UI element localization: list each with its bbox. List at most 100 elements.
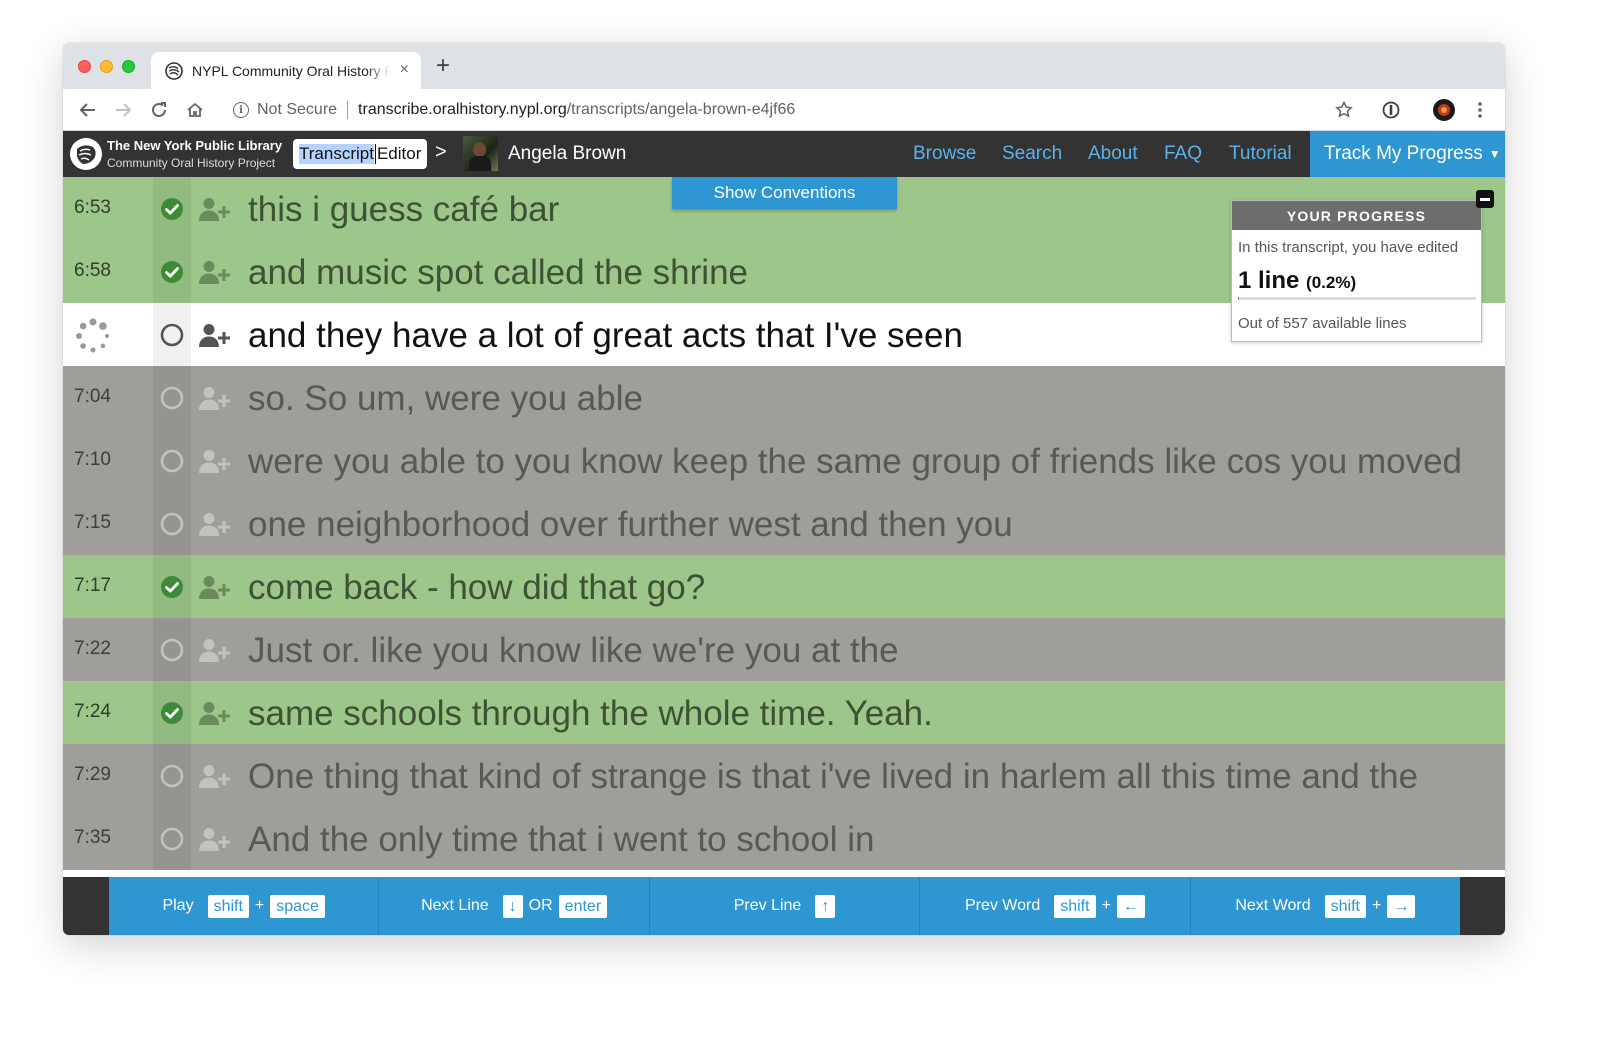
bookmark-star-icon[interactable] xyxy=(1332,98,1356,122)
line-text[interactable]: and music spot called the shrine xyxy=(248,253,748,293)
line-text[interactable]: come back - how did that go? xyxy=(248,568,705,608)
line-timestamp[interactable]: 7:24 xyxy=(74,701,111,723)
nav-about[interactable]: About xyxy=(1088,143,1138,165)
maximize-window-button[interactable] xyxy=(122,60,135,73)
line-timestamp[interactable]: 7:10 xyxy=(74,449,111,471)
line-timestamp[interactable]: 7:35 xyxy=(74,827,111,849)
add-speaker-icon[interactable] xyxy=(198,637,232,663)
transcript-line[interactable]: 7:15 one neighborhood over further west a… xyxy=(63,492,1505,555)
forward-arrow-icon[interactable] xyxy=(111,98,135,122)
browser-menu-icon[interactable] xyxy=(1468,98,1492,122)
url-path: /transcripts/angela-brown-e4jf66 xyxy=(566,101,796,118)
line-text[interactable]: One thing that kind of strange is that i… xyxy=(248,757,1418,797)
profile-avatar[interactable] xyxy=(1432,98,1456,122)
key-plus: + xyxy=(1101,897,1111,914)
shortcut-play-label: Play xyxy=(162,897,194,914)
reload-icon[interactable] xyxy=(147,98,171,122)
transcript-line[interactable]: 7:35 And the only time that i went to sch… xyxy=(63,807,1505,870)
breadcrumb-chevron-icon: > xyxy=(435,141,447,163)
brand-subtitle[interactable]: Community Oral History Project xyxy=(107,156,275,170)
shortcut-play[interactable]: Play shift + space xyxy=(109,877,380,935)
editor-label-part2: Editor xyxy=(376,144,422,163)
add-speaker-icon[interactable] xyxy=(198,322,232,348)
nav-faq[interactable]: FAQ xyxy=(1164,143,1202,165)
show-conventions-button[interactable]: Show Conventions xyxy=(672,177,897,209)
transcript-line[interactable]: 7:17 come back - how did that go? xyxy=(63,555,1505,618)
track-progress-button[interactable]: Track My Progress ▼ xyxy=(1310,131,1505,177)
transcript-line[interactable]: 7:24 same schools through the whole time.… xyxy=(63,681,1505,744)
add-speaker-icon[interactable] xyxy=(198,385,232,411)
transcript-line[interactable]: 7:04 so. So um, were you able xyxy=(63,366,1505,429)
add-speaker-icon[interactable] xyxy=(198,259,232,285)
line-timestamp[interactable]: 7:22 xyxy=(74,638,111,660)
back-arrow-icon[interactable] xyxy=(76,98,100,122)
progress-percent: (0.2%) xyxy=(1306,273,1357,292)
line-text[interactable]: Just or. like you know like we're you at… xyxy=(248,631,899,671)
key-or: OR xyxy=(528,897,553,914)
nypl-lion-logo-icon[interactable] xyxy=(69,137,103,171)
line-timestamp[interactable]: 7:17 xyxy=(74,575,111,597)
browser-toolbar: i Not Secure transcribe.oralhistory.nypl… xyxy=(63,89,1505,131)
transcript-line[interactable]: 7:22 Just or. like you know like we're yo… xyxy=(63,618,1505,681)
info-icon[interactable]: i xyxy=(233,102,249,118)
nav-browse[interactable]: Browse xyxy=(913,143,976,165)
key-shift: shift xyxy=(207,894,249,918)
line-text[interactable]: same schools through the whole time. Yea… xyxy=(248,694,933,734)
shortcut-prev-line[interactable]: Prev Line ↑ xyxy=(650,877,921,935)
line-text[interactable]: one neighborhood over further west and t… xyxy=(248,505,1013,545)
add-speaker-icon[interactable] xyxy=(198,196,232,222)
arrow-right-key-icon: → xyxy=(1387,894,1416,918)
minimize-progress-icon[interactable] xyxy=(1476,190,1494,208)
line-text[interactable]: and they have a lot of great acts that I… xyxy=(248,316,963,356)
minimize-window-button[interactable] xyxy=(100,60,113,73)
narrator-name[interactable]: Angela Brown xyxy=(508,143,626,165)
line-timestamp[interactable]: 6:58 xyxy=(74,260,111,282)
add-speaker-icon[interactable] xyxy=(198,511,232,537)
line-text[interactable]: And the only time that i went to school … xyxy=(248,820,874,860)
add-speaker-icon[interactable] xyxy=(198,763,232,789)
line-timestamp[interactable]: 7:15 xyxy=(74,512,111,534)
unedited-circle-icon xyxy=(160,827,184,851)
add-speaker-icon[interactable] xyxy=(198,448,232,474)
line-timestamp[interactable]: 6:53 xyxy=(74,197,111,219)
add-speaker-icon[interactable] xyxy=(198,574,232,600)
new-tab-button[interactable]: + xyxy=(436,54,450,78)
shortcut-prev-line-label: Prev Line xyxy=(733,897,802,914)
line-timestamp[interactable]: 7:04 xyxy=(74,386,111,408)
line-text[interactable]: were you able to you know keep the same … xyxy=(248,442,1462,482)
progress-line-count: 1 line xyxy=(1238,267,1300,294)
shortcut-next-line-label: Next Line xyxy=(421,897,489,914)
brand-title[interactable]: The New York Public Library xyxy=(107,138,282,153)
narrator-avatar xyxy=(463,136,498,171)
browser-tab[interactable]: NYPL Community Oral History Project × xyxy=(151,52,421,89)
add-speaker-icon[interactable] xyxy=(198,700,232,726)
edited-check-icon xyxy=(160,260,184,284)
security-label: Not Secure xyxy=(257,101,338,118)
line-timestamp[interactable]: 7:29 xyxy=(74,764,111,786)
omnibox-divider xyxy=(347,101,349,119)
nav-search[interactable]: Search xyxy=(1002,143,1062,165)
shortcut-next-word[interactable]: Next Word shift + → xyxy=(1191,877,1460,935)
extension-icon[interactable] xyxy=(1379,98,1403,122)
line-text[interactable]: this i guess café bar xyxy=(248,190,559,230)
shortcut-prev-word-label: Prev Word xyxy=(964,897,1041,914)
address-bar[interactable]: i Not Secure transcribe.oralhistory.nypl… xyxy=(221,95,1363,125)
nav-tutorial[interactable]: Tutorial xyxy=(1229,143,1292,165)
transcript-line[interactable]: 7:10 were you able to you know keep the s… xyxy=(63,429,1505,492)
add-speaker-icon[interactable] xyxy=(198,826,232,852)
close-window-button[interactable] xyxy=(78,60,91,73)
progress-count: 1 line (0.2%) xyxy=(1238,267,1356,295)
transcript-line[interactable]: 7:29 One thing that kind of strange is th… xyxy=(63,744,1505,807)
shortcut-next-line[interactable]: Next Line ↓ OR enter xyxy=(379,877,650,935)
line-text[interactable]: so. So um, were you able xyxy=(248,379,643,419)
unedited-circle-icon xyxy=(160,764,184,788)
progress-bar xyxy=(1238,297,1476,300)
key-plus: + xyxy=(254,897,265,914)
tab-close-icon[interactable]: × xyxy=(400,61,409,79)
edited-check-icon xyxy=(160,701,184,725)
home-icon[interactable] xyxy=(183,98,207,122)
shortcut-prev-word[interactable]: Prev Word shift + ← xyxy=(920,877,1191,935)
progress-footer: Out of 557 available lines xyxy=(1238,315,1407,332)
arrow-left-key-icon: ← xyxy=(1116,894,1145,918)
arrow-up-key-icon: ↑ xyxy=(815,894,836,918)
